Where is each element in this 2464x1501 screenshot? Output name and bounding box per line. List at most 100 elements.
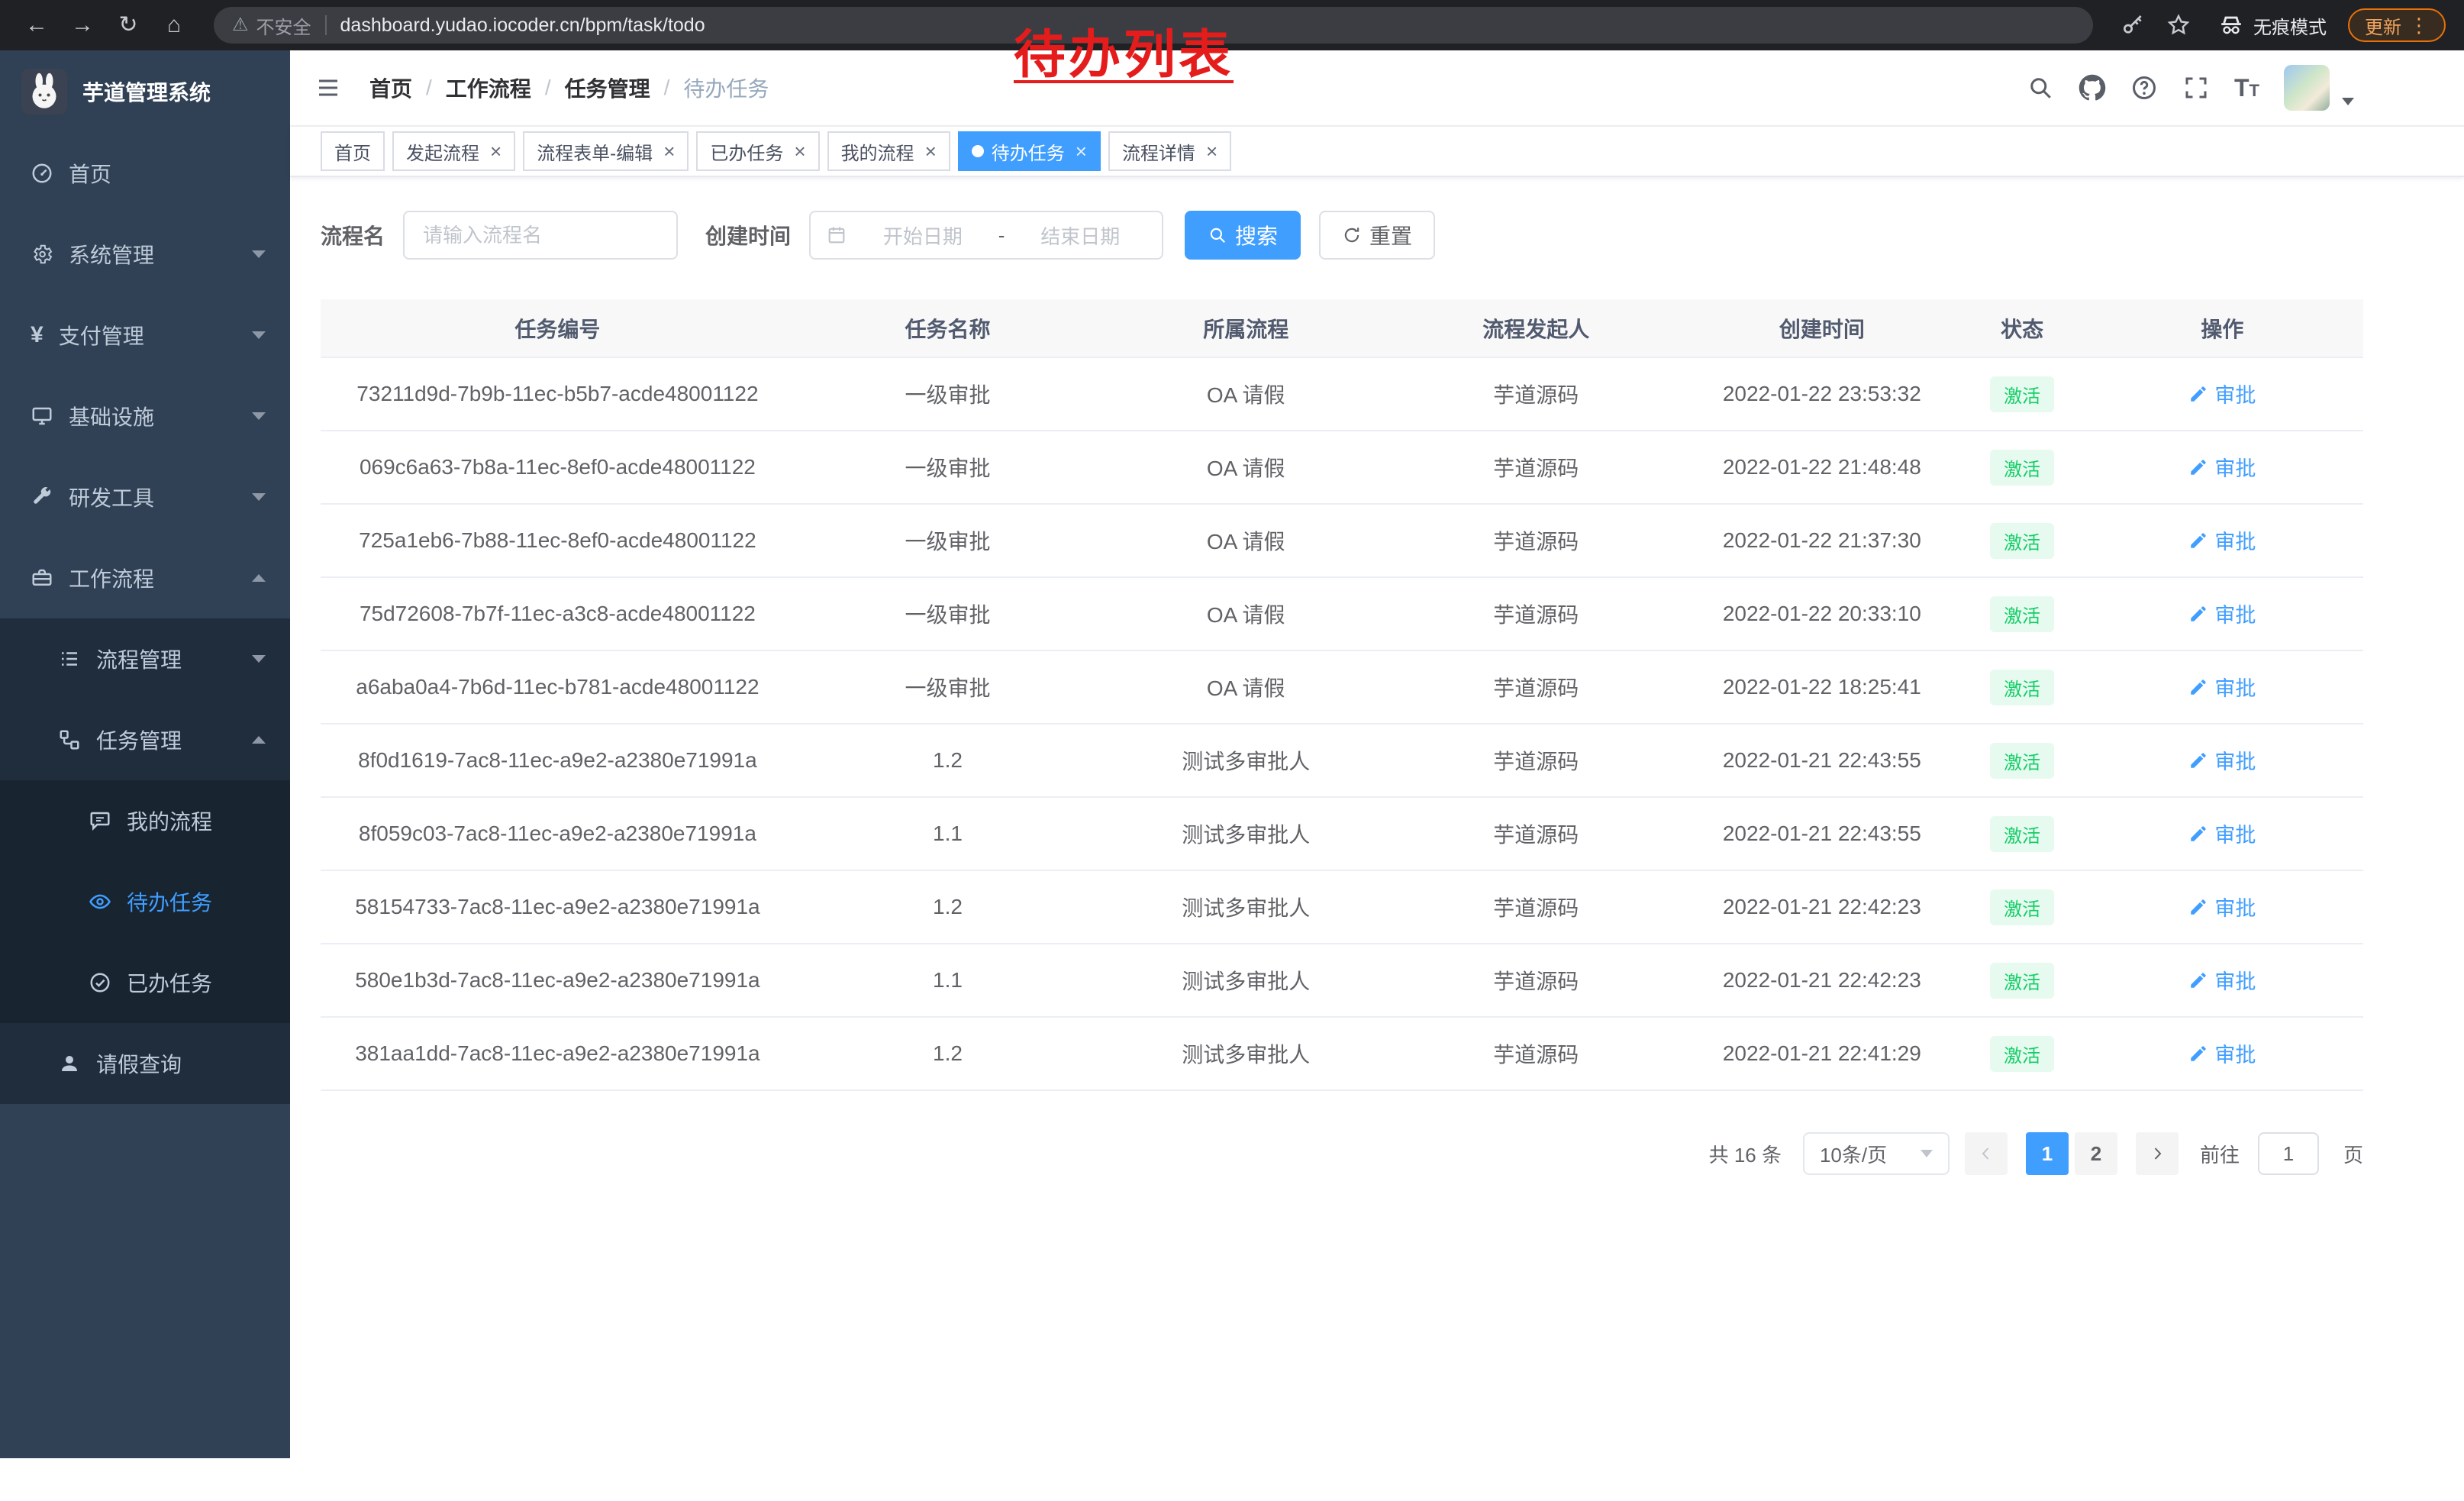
sidebar-item-2[interactable]: ¥支付管理 [0, 295, 290, 376]
chevron-down-icon [252, 412, 266, 420]
date-range-picker[interactable]: 开始日期 - 结束日期 [809, 211, 1163, 260]
approve-link[interactable]: 审批 [2188, 818, 2256, 848]
page-size-value: 10条/页 [1820, 1140, 1887, 1168]
tab-2[interactable]: 流程表单-编辑× [523, 131, 689, 171]
close-tab-icon[interactable]: × [490, 141, 502, 161]
sidebar-item-7[interactable]: 任务管理 [0, 699, 290, 780]
approve-link[interactable]: 审批 [2188, 965, 2256, 995]
search-icon [1208, 225, 1227, 245]
sidebar-item-4[interactable]: 研发工具 [0, 457, 290, 537]
approve-link[interactable]: 审批 [2188, 452, 2256, 482]
page-button-1[interactable]: 1 [2026, 1132, 2069, 1175]
app-logo[interactable]: 芋道管理系统 [0, 50, 290, 133]
password-key-icon[interactable] [2114, 7, 2151, 44]
cell-name: 1.2 [795, 870, 1101, 944]
font-size-icon[interactable]: TT [2234, 74, 2259, 102]
sidebar-item-3[interactable]: 基础设施 [0, 376, 290, 457]
search-icon[interactable] [2027, 74, 2054, 102]
table-row: 725a1eb6-7b88-11ec-8ef0-acde48001122一级审批… [321, 504, 2363, 577]
close-tab-icon[interactable]: × [663, 141, 675, 161]
sidebar-collapse-icon[interactable] [314, 74, 342, 102]
tab-5[interactable]: 待办任务× [958, 131, 1101, 171]
update-button[interactable]: 更新 ⋮ [2348, 8, 2446, 42]
start-date-placeholder: 开始日期 [856, 221, 989, 250]
sidebar-item-10[interactable]: 已办任务 [0, 942, 290, 1023]
incognito-label: 无痕模式 [2253, 12, 2327, 39]
address-bar[interactable]: ⚠ 不安全 dashboard.yudao.iocoder.cn/bpm/tas… [214, 7, 2093, 44]
cell-status: 激活 [1962, 577, 2081, 650]
page-content: 流程名 创建时间 开始日期 - 结束日期 搜索 重 [290, 177, 2464, 1175]
help-icon[interactable] [2130, 74, 2158, 102]
close-tab-icon[interactable]: × [1206, 141, 1217, 161]
cell-action: 审批 [2082, 797, 2363, 870]
cell-id: 75d72608-7b7f-11ec-a3c8-acde48001122 [321, 577, 795, 650]
close-tab-icon[interactable]: × [925, 141, 937, 161]
tab-3[interactable]: 已办任务× [696, 131, 819, 171]
reset-button[interactable]: 重置 [1319, 211, 1435, 260]
cell-name: 一级审批 [795, 504, 1101, 577]
cell-status: 激活 [1962, 1017, 2081, 1090]
app-title: 芋道管理系统 [82, 76, 211, 107]
prev-page-button[interactable] [1965, 1132, 2008, 1175]
filter-bar: 流程名 创建时间 开始日期 - 结束日期 搜索 重 [321, 211, 2363, 260]
cell-action: 审批 [2082, 724, 2363, 797]
bookmark-star-icon[interactable] [2160, 7, 2197, 44]
goto-page-input[interactable] [2258, 1132, 2319, 1175]
next-page-button[interactable] [2136, 1132, 2179, 1175]
fullscreen-icon[interactable] [2182, 74, 2210, 102]
browser-forward-icon[interactable]: → [64, 7, 101, 44]
table-row: 8f0d1619-7ac8-11ec-a9e2-a2380e71991a1.2测… [321, 724, 2363, 797]
column-header-status: 状态 [1962, 299, 2081, 357]
page-size-select[interactable]: 10条/页 [1803, 1132, 1950, 1175]
cell-starter: 芋道源码 [1391, 944, 1681, 1017]
approve-link[interactable]: 审批 [2188, 379, 2256, 408]
sidebar-item-1[interactable]: 系统管理 [0, 214, 290, 295]
search-button[interactable]: 搜索 [1185, 211, 1301, 260]
browser-home-icon[interactable]: ⌂ [156, 7, 192, 44]
approve-link[interactable]: 审批 [2188, 1038, 2256, 1068]
cell-id: 069c6a63-7b8a-11ec-8ef0-acde48001122 [321, 431, 795, 504]
cell-action: 审批 [2082, 870, 2363, 944]
approve-link[interactable]: 审批 [2188, 672, 2256, 702]
breadcrumb-item-home[interactable]: 首页 [369, 73, 412, 103]
cell-status: 激活 [1962, 504, 2081, 577]
tab-0[interactable]: 首页 [321, 131, 385, 171]
close-tab-icon[interactable]: × [1076, 141, 1087, 161]
tab-1[interactable]: 发起流程× [392, 131, 515, 171]
page-button-2[interactable]: 2 [2075, 1132, 2117, 1175]
close-tab-icon[interactable]: × [794, 141, 805, 161]
status-badge: 激活 [1990, 450, 2054, 486]
cell-starter: 芋道源码 [1391, 504, 1681, 577]
breadcrumb-item-task-mgmt[interactable]: 任务管理 [565, 73, 650, 103]
sidebar-item-0[interactable]: 首页 [0, 133, 290, 214]
approve-link[interactable]: 审批 [2188, 892, 2256, 922]
tab-6[interactable]: 流程详情× [1108, 131, 1231, 171]
approve-link[interactable]: 审批 [2188, 525, 2256, 555]
user-avatar[interactable] [2284, 65, 2330, 111]
range-separator: - [998, 224, 1005, 247]
approve-link[interactable]: 审批 [2188, 745, 2256, 775]
approve-link[interactable]: 审批 [2188, 599, 2256, 628]
browser-back-icon[interactable]: ← [18, 7, 55, 44]
cell-name: 一级审批 [795, 577, 1101, 650]
sidebar-item-9[interactable]: 待办任务 [0, 861, 290, 942]
cell-name: 1.1 [795, 944, 1101, 1017]
github-icon[interactable] [2079, 74, 2106, 102]
sidebar-item-11[interactable]: 请假查询 [0, 1023, 290, 1104]
search-button-label: 搜索 [1235, 220, 1278, 250]
cell-process: 测试多审批人 [1101, 870, 1391, 944]
sidebar-item-6[interactable]: 流程管理 [0, 618, 290, 699]
table-header-row: 任务编号 任务名称 所属流程 流程发起人 创建时间 状态 操作 [321, 299, 2363, 357]
tab-4[interactable]: 我的流程× [827, 131, 950, 171]
reset-button-label: 重置 [1369, 220, 1412, 250]
column-header-starter: 流程发起人 [1391, 299, 1681, 357]
cell-created: 2022-01-21 22:43:55 [1681, 797, 1962, 870]
breadcrumb-item-workflow[interactable]: 工作流程 [446, 73, 531, 103]
sidebar-item-8[interactable]: 我的流程 [0, 780, 290, 861]
sidebar-item-5[interactable]: 工作流程 [0, 537, 290, 618]
table-row: 580e1b3d-7ac8-11ec-a9e2-a2380e71991a1.1测… [321, 944, 2363, 1017]
cell-action: 审批 [2082, 944, 2363, 1017]
process-name-input[interactable] [403, 211, 678, 260]
cell-id: a6aba0a4-7b6d-11ec-b781-acde48001122 [321, 650, 795, 724]
browser-reload-icon[interactable]: ↻ [110, 7, 147, 44]
